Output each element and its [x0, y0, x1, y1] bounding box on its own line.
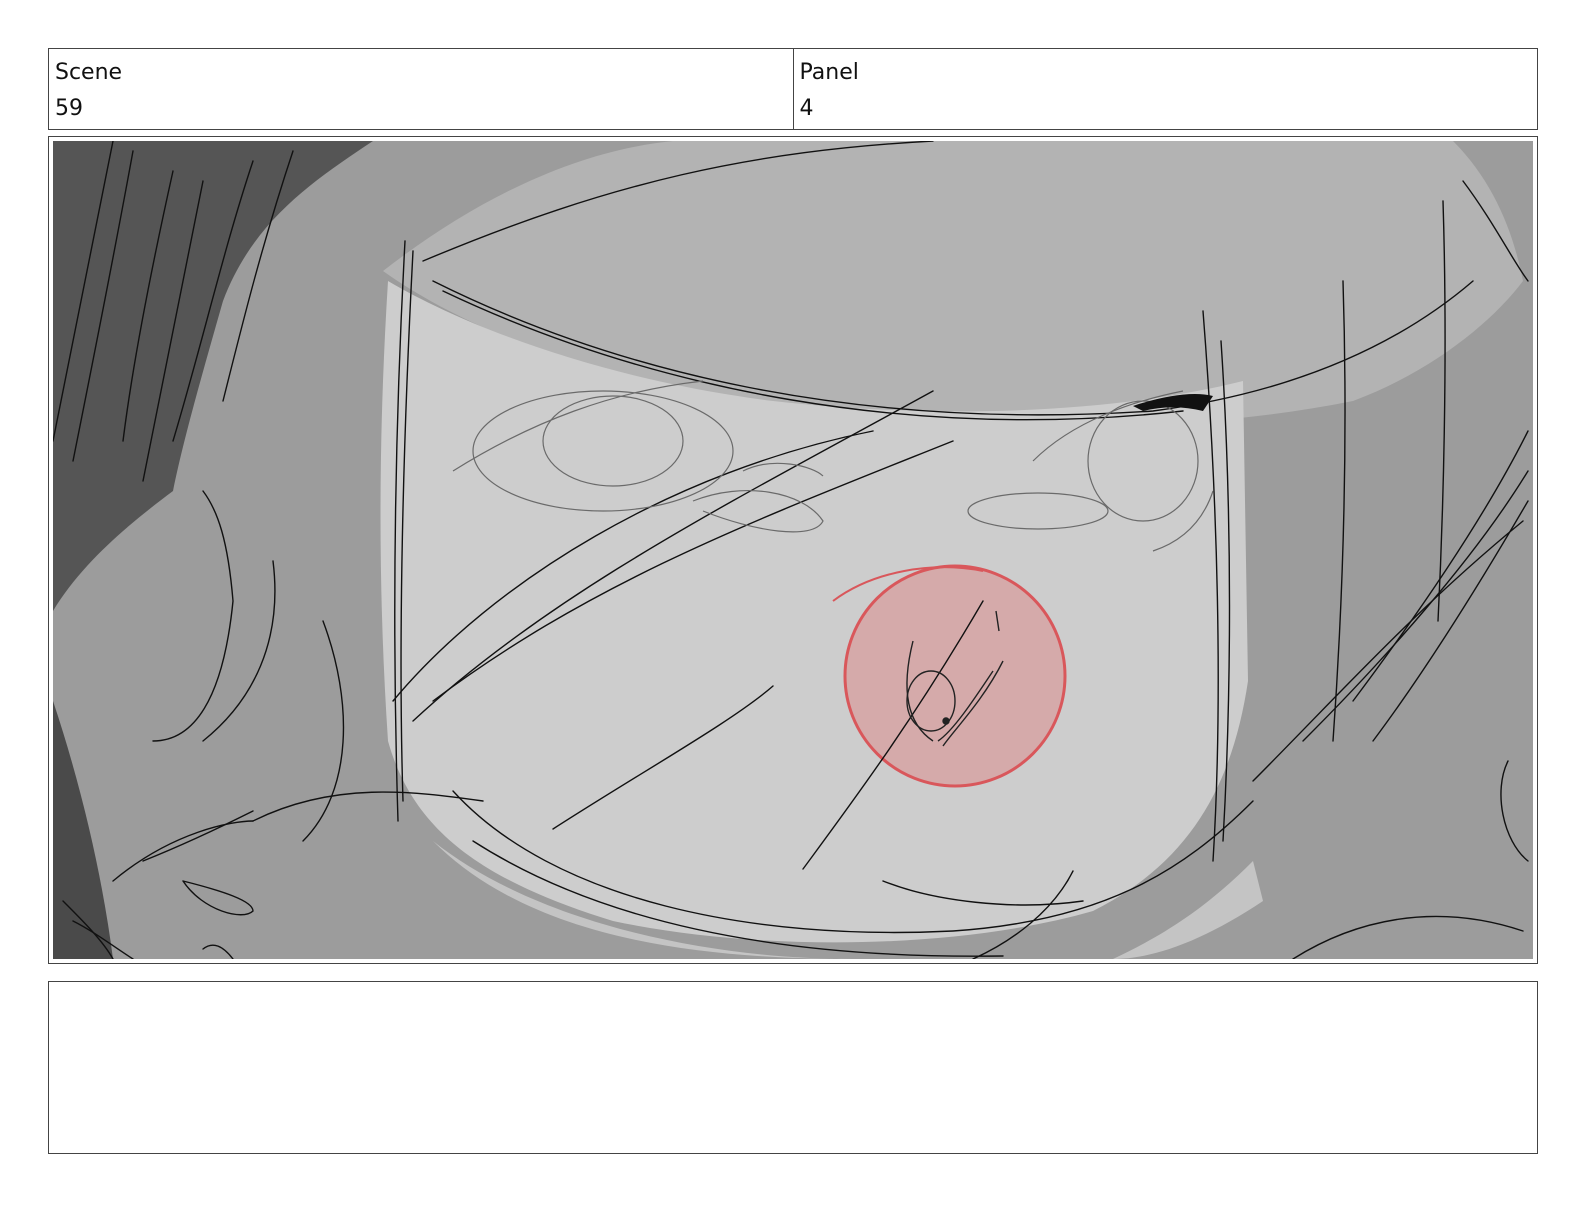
storyboard-panel-frame [48, 136, 1538, 964]
notes-area[interactable] [48, 981, 1538, 1154]
scene-number: 59 [55, 96, 83, 121]
storyboard-sketch [53, 141, 1533, 959]
panel-cell: Panel 4 [792, 49, 1538, 129]
scene-cell: Scene 59 [49, 49, 793, 129]
panel-number: 4 [799, 96, 814, 121]
scene-panel-header: Scene 59 Panel 4 [48, 48, 1538, 130]
scene-label: Scene [55, 60, 123, 85]
red-target-circle [843, 564, 1067, 788]
panel-label: Panel [799, 60, 859, 85]
